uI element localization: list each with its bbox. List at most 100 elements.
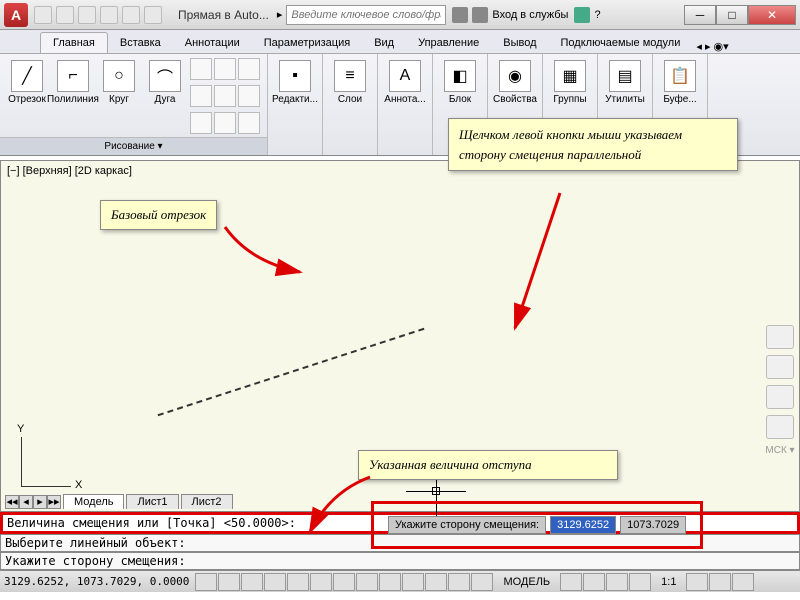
navigation-bar: МСК ▾ (763, 325, 797, 456)
title-bar: A Прямая в Auto... ▸ Вход в службы ? ─ □… (0, 0, 800, 30)
layers-button[interactable]: ≡Слои (329, 58, 371, 151)
status-bar: 3129.6252, 1073.7029, 0.0000 МОДЕЛЬ 1:1 (0, 570, 800, 592)
draw-sm-3[interactable] (238, 58, 260, 80)
tab-manage[interactable]: Управление (406, 33, 491, 53)
search-input[interactable] (286, 5, 446, 25)
viewcube-icon[interactable] (766, 325, 794, 349)
sheet-nav-prev[interactable]: ◂ (19, 495, 33, 509)
exchange-icon[interactable] (574, 7, 590, 23)
chevron-right-icon[interactable]: ▸ (277, 8, 283, 21)
sb-lwt[interactable] (402, 573, 424, 591)
arc-button[interactable]: ⌒Дуга (144, 58, 186, 137)
qat-redo-icon[interactable] (122, 6, 140, 24)
zoom-icon[interactable] (766, 415, 794, 439)
arc-icon: ⌒ (149, 60, 181, 92)
sb-r4[interactable] (629, 573, 651, 591)
sheet-tab-1[interactable]: Лист1 (126, 494, 178, 509)
status-scale[interactable]: 1:1 (657, 576, 680, 588)
draw-sm-5[interactable] (214, 85, 236, 107)
polyline-button[interactable]: ⌐Полилиния (52, 58, 94, 137)
callout-base-segment: Базовый отрезок (100, 200, 217, 230)
draw-sm-4[interactable] (190, 85, 212, 107)
status-model[interactable]: МОДЕЛЬ (499, 576, 554, 588)
sb-r1[interactable] (560, 573, 582, 591)
status-coordinates[interactable]: 3129.6252, 1073.7029, 0.0000 (4, 575, 189, 588)
sheet-nav-first[interactable]: ◂◂ (5, 495, 19, 509)
panel-draw-title[interactable]: Рисование ▾ (0, 137, 267, 155)
person-icon (452, 7, 468, 23)
sb-sc[interactable] (471, 573, 493, 591)
tab-insert[interactable]: Вставка (108, 33, 173, 53)
annotation-button[interactable]: AАннота... (384, 58, 426, 151)
tab-view[interactable]: Вид (362, 33, 406, 53)
draw-sm-9[interactable] (238, 112, 260, 134)
login-label: Вход в службы (492, 9, 568, 21)
draw-sm-1[interactable] (190, 58, 212, 80)
draw-sm-6[interactable] (238, 85, 260, 107)
coord-y-field[interactable]: 1073.7029 (620, 516, 686, 534)
tab-parametric[interactable]: Параметризация (252, 33, 362, 53)
sb-tpy[interactable] (425, 573, 447, 591)
sb-r3[interactable] (606, 573, 628, 591)
sheet-nav-next[interactable]: ▸ (33, 495, 47, 509)
maximize-button[interactable]: □ (716, 5, 748, 25)
qat-undo-icon[interactable] (100, 6, 118, 24)
pan-icon[interactable] (766, 385, 794, 409)
qat-open-icon[interactable] (56, 6, 74, 24)
sb-r7[interactable] (732, 573, 754, 591)
tab-annotate[interactable]: Аннотации (173, 33, 252, 53)
app-icon[interactable]: A (4, 3, 28, 27)
sheet-nav-last[interactable]: ▸▸ (47, 495, 61, 509)
qat-save-icon[interactable] (78, 6, 96, 24)
ucs-label[interactable]: МСК ▾ (765, 445, 794, 456)
sb-otrack[interactable] (333, 573, 355, 591)
sb-ducs[interactable] (356, 573, 378, 591)
panel-annotation: AАннота... (378, 54, 433, 155)
command-line-3[interactable]: Укажите сторону смещения: (0, 552, 800, 570)
sb-osnap[interactable] (287, 573, 309, 591)
sb-3dosnap[interactable] (310, 573, 332, 591)
sheet-tab-model[interactable]: Модель (63, 494, 124, 509)
modify-button[interactable]: ▪Редакти... (274, 58, 316, 151)
panel-draw: ╱Отрезок ⌐Полилиния ○Круг ⌒Дуга Рисовани… (0, 54, 268, 155)
dynamic-prompt: Укажите сторону смещения: (388, 516, 546, 534)
qat-new-icon[interactable] (34, 6, 52, 24)
tab-output[interactable]: Вывод (491, 33, 548, 53)
login-area[interactable]: Вход в службы (452, 7, 568, 23)
base-segment-line (158, 328, 425, 416)
line-icon: ╱ (11, 60, 43, 92)
sb-qp[interactable] (448, 573, 470, 591)
group-icon: ▦ (554, 60, 586, 92)
sb-r5[interactable] (686, 573, 708, 591)
coord-x-field[interactable]: 3129.6252 (550, 516, 616, 534)
calculator-icon: ▤ (609, 60, 641, 92)
tab-addins[interactable]: Подключаемые модули (549, 33, 693, 53)
sb-r6[interactable] (709, 573, 731, 591)
circle-button[interactable]: ○Круг (98, 58, 140, 137)
draw-sm-8[interactable] (214, 112, 236, 134)
sb-ortho[interactable] (241, 573, 263, 591)
qat-print-icon[interactable] (144, 6, 162, 24)
tab-overflow-icon[interactable]: ◂ ▸ ◉▾ (696, 40, 728, 53)
sb-grid[interactable] (218, 573, 240, 591)
nav-wheel-icon[interactable] (766, 355, 794, 379)
block-icon: ◧ (444, 60, 476, 92)
dynamic-input-box: Укажите сторону смещения: 3129.6252 1073… (371, 501, 703, 549)
sb-r2[interactable] (583, 573, 605, 591)
draw-sm-7[interactable] (190, 112, 212, 134)
tab-home[interactable]: Главная (40, 32, 108, 53)
help-icon[interactable]: ? (594, 9, 600, 21)
sheet-tab-2[interactable]: Лист2 (181, 494, 233, 509)
minimize-button[interactable]: ─ (684, 5, 716, 25)
close-button[interactable]: ✕ (748, 5, 796, 25)
sb-snap[interactable] (195, 573, 217, 591)
sb-polar[interactable] (264, 573, 286, 591)
ucs-y-label: Y (17, 423, 24, 435)
status-toggle-buttons (195, 573, 493, 591)
viewport-label[interactable]: [−] [Верхняя] [2D каркас] (7, 165, 132, 177)
text-icon: A (389, 60, 421, 92)
line-button[interactable]: ╱Отрезок (6, 58, 48, 137)
sb-dyn[interactable] (379, 573, 401, 591)
draw-sm-2[interactable] (214, 58, 236, 80)
ucs-x-label: X (75, 479, 82, 491)
